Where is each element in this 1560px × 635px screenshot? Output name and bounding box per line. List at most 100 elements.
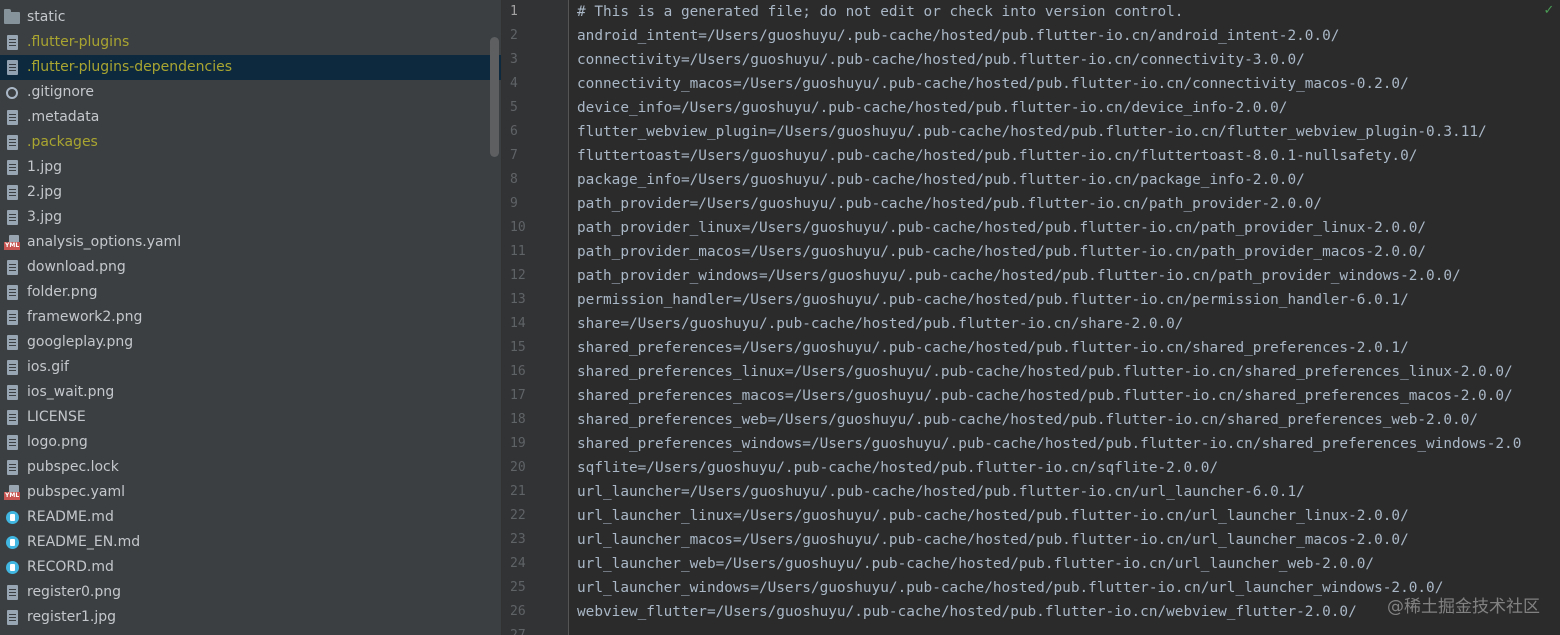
markdown-icon — [4, 534, 20, 552]
file-icon — [4, 34, 20, 52]
tree-item[interactable]: download.png — [0, 255, 501, 280]
code-line[interactable]: fluttertoast=/Users/guoshuyu/.pub-cache/… — [577, 144, 1560, 168]
line-number: 13 — [510, 292, 526, 307]
line-number: 8 — [510, 172, 518, 187]
yaml-tag: YML — [4, 492, 21, 500]
code-line[interactable]: shared_preferences=/Users/guoshuyu/.pub-… — [577, 336, 1560, 360]
tree-item-label: README.md — [27, 509, 114, 525]
code-line[interactable]: connectivity=/Users/guoshuyu/.pub-cache/… — [577, 48, 1560, 72]
project-tree-scrollbar[interactable] — [490, 37, 499, 157]
tree-item[interactable]: logo.png — [0, 430, 501, 455]
tree-item[interactable]: pubspec.lock — [0, 455, 501, 480]
tree-item-label: .metadata — [27, 109, 100, 125]
tree-item-label: 2.jpg — [27, 184, 63, 200]
line-number: 2 — [510, 28, 518, 43]
code-line[interactable]: path_provider_macos=/Users/guoshuyu/.pub… — [577, 240, 1560, 264]
file-icon — [4, 434, 20, 452]
line-number: 10 — [510, 220, 526, 235]
tree-item-label: register0.png — [27, 584, 121, 600]
line-number: 25 — [510, 580, 526, 595]
line-number: 12 — [510, 268, 526, 283]
tree-item[interactable]: googleplay.png — [0, 330, 501, 355]
file-icon — [4, 409, 20, 427]
file-icon — [4, 109, 20, 127]
code-line[interactable]: android_intent=/Users/guoshuyu/.pub-cach… — [577, 24, 1560, 48]
code-line[interactable]: flutter_webview_plugin=/Users/guoshuyu/.… — [577, 120, 1560, 144]
file-icon — [4, 584, 20, 602]
tree-item-label: logo.png — [27, 434, 88, 450]
tree-item[interactable]: README_EN.md — [0, 530, 501, 555]
tree-item-label: pubspec.lock — [27, 459, 119, 475]
tree-item[interactable]: .flutter-plugins-dependencies — [0, 55, 501, 80]
code-line[interactable]: permission_handler=/Users/guoshuyu/.pub-… — [577, 288, 1560, 312]
tree-item[interactable]: register1.jpg — [0, 605, 501, 630]
tree-item[interactable]: README.md — [0, 505, 501, 530]
code-editor[interactable]: 1 2 3 4 5 6 7 8 9 10 11 12 13 14 15 16 17 18 19 20 21 22 23 24 2… — [502, 0, 1560, 635]
tree-item-label: .packages — [27, 134, 98, 150]
code-line[interactable]: url_launcher_web=/Users/guoshuyu/.pub-ca… — [577, 552, 1560, 576]
tree-item-label: folder.png — [27, 284, 98, 300]
code-line[interactable]: # This is a generated file; do not edit … — [577, 0, 1560, 24]
tree-item[interactable]: 2.jpg — [0, 180, 501, 205]
tree-item[interactable]: framework2.png — [0, 305, 501, 330]
code-line[interactable]: path_provider_windows=/Users/guoshuyu/.p… — [577, 264, 1560, 288]
tree-item-label: register1.jpg — [27, 609, 117, 625]
tree-item[interactable]: YML analysis_options.yaml — [0, 230, 501, 255]
line-number: 24 — [510, 556, 526, 571]
gitignore-icon — [4, 84, 20, 102]
code-line[interactable]: connectivity_macos=/Users/guoshuyu/.pub-… — [577, 72, 1560, 96]
tree-item[interactable]: static — [0, 5, 501, 30]
code-line[interactable] — [577, 624, 1560, 635]
line-number: 5 — [510, 100, 518, 115]
line-number: 6 — [510, 124, 518, 139]
line-number: 27 — [502, 624, 568, 635]
line-number: 22 — [510, 508, 526, 523]
code-line[interactable]: sqflite=/Users/guoshuyu/.pub-cache/hoste… — [577, 456, 1560, 480]
markdown-icon — [4, 509, 20, 527]
tree-item[interactable]: YML pubspec.yaml — [0, 480, 501, 505]
code-line[interactable]: shared_preferences_web=/Users/guoshuyu/.… — [577, 408, 1560, 432]
line-numbers: 1 2 3 4 5 6 7 8 9 10 11 12 13 14 15 16 17 18 19 20 21 22 23 24 2… — [502, 0, 568, 635]
tree-item[interactable]: register0.png — [0, 580, 501, 605]
tree-item-label: README_EN.md — [27, 534, 141, 550]
code-line[interactable]: url_launcher=/Users/guoshuyu/.pub-cache/… — [577, 480, 1560, 504]
check-icon[interactable]: ✓ — [1542, 4, 1556, 18]
tree-item[interactable]: RECORD.md — [0, 555, 501, 580]
tree-item-label: analysis_options.yaml — [27, 234, 182, 250]
line-number: 7 — [510, 148, 518, 163]
code-area[interactable]: # This is a generated file; do not edit … — [577, 0, 1560, 635]
tree-item[interactable]: ios_wait.png — [0, 380, 501, 405]
line-number: 4 — [510, 76, 518, 91]
tree-item[interactable]: .flutter-plugins — [0, 30, 501, 55]
tree-item[interactable]: 3.jpg — [0, 205, 501, 230]
code-line[interactable]: shared_preferences_macos=/Users/guoshuyu… — [577, 384, 1560, 408]
file-icon — [4, 334, 20, 352]
tree-item[interactable]: folder.png — [0, 280, 501, 305]
project-tree-panel: static .flutter-plugins .flutter-plugins-d… — [0, 0, 501, 635]
tree-item-label: googleplay.png — [27, 334, 134, 350]
code-line[interactable]: shared_preferences_linux=/Users/guoshuyu… — [577, 360, 1560, 384]
tree-item-label: 1.jpg — [27, 159, 63, 175]
file-icon — [4, 384, 20, 402]
code-line[interactable]: path_provider=/Users/guoshuyu/.pub-cache… — [577, 192, 1560, 216]
code-line[interactable]: url_launcher_linux=/Users/guoshuyu/.pub-… — [577, 504, 1560, 528]
tree-item[interactable]: .packages — [0, 130, 501, 155]
line-number: 16 — [510, 364, 526, 379]
file-icon — [4, 459, 20, 477]
tree-item-label: pubspec.yaml — [27, 484, 125, 500]
code-line[interactable]: share=/Users/guoshuyu/.pub-cache/hosted/… — [577, 312, 1560, 336]
line-number: 20 — [510, 460, 526, 475]
tree-item[interactable]: LICENSE — [0, 405, 501, 430]
tree-item[interactable]: 1.jpg — [0, 155, 501, 180]
code-line[interactable]: device_info=/Users/guoshuyu/.pub-cache/h… — [577, 96, 1560, 120]
code-line[interactable]: path_provider_linux=/Users/guoshuyu/.pub… — [577, 216, 1560, 240]
tree-item[interactable]: .metadata — [0, 105, 501, 130]
editor-gutter: 1 2 3 4 5 6 7 8 9 10 11 12 13 14 15 16 17 18 19 20 21 22 23 24 2… — [502, 0, 568, 635]
line-number: 18 — [510, 412, 526, 427]
tree-item[interactable]: ios.gif — [0, 355, 501, 380]
code-line[interactable]: url_launcher_macos=/Users/guoshuyu/.pub-… — [577, 528, 1560, 552]
code-line[interactable]: package_info=/Users/guoshuyu/.pub-cache/… — [577, 168, 1560, 192]
tree-item-label: 3.jpg — [27, 209, 63, 225]
tree-item[interactable]: .gitignore — [0, 80, 501, 105]
code-line[interactable]: shared_preferences_windows=/Users/guoshu… — [577, 432, 1560, 456]
